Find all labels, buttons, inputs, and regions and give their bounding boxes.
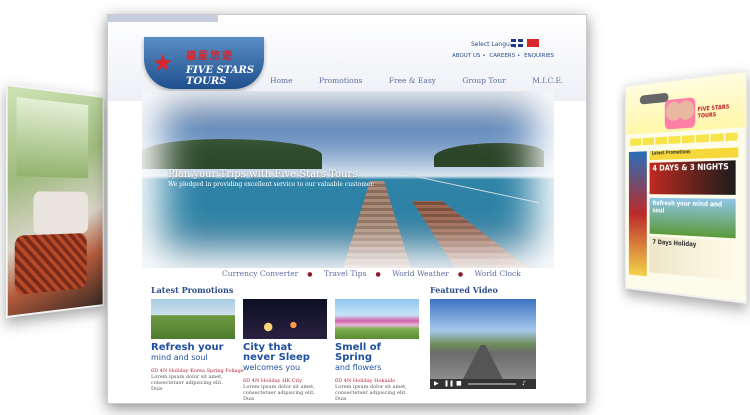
promo-card-hk[interactable]: City that never Sleep welcomes you 6D 4N… [243, 299, 327, 402]
preview-header: FIVE STARS TOURS [626, 72, 746, 135]
top-links: ABOUT US • CAREERS • ENQUIRIES [452, 53, 555, 59]
featured-video-title: Featured Video [430, 285, 498, 295]
world-clock-link[interactable]: World Clock [474, 269, 520, 278]
promo-image-hokkaido[interactable] [335, 299, 419, 339]
nav-mice[interactable]: M.I.C.E. [532, 76, 563, 85]
about-us-link[interactable]: ABOUT US [452, 53, 480, 59]
nav-free-easy[interactable]: Free & Easy [389, 76, 436, 85]
nav-home[interactable]: Home [270, 76, 293, 85]
video-controls: ▶ ❚❚ ■ ♪ [430, 379, 536, 389]
currency-converter-link[interactable]: Currency Converter [222, 269, 298, 278]
preview-promotions-label: Latest Promotions [649, 147, 739, 161]
careers-link[interactable]: CAREERS [489, 53, 515, 59]
promo-headline-2: mind and soul [151, 353, 208, 362]
promo-headline-2: welcomes you [243, 363, 301, 372]
hero-title: Plan your Trips with Five Stars Tours [168, 169, 358, 180]
china-flag-icon[interactable] [527, 39, 539, 47]
promo-headline: City that never Sleep [243, 342, 310, 363]
window-tab [108, 15, 218, 22]
logo-english-text: FIVE STARS TOURS [186, 65, 255, 87]
stop-icon[interactable]: ■ [456, 380, 462, 388]
nav-group-tour[interactable]: Group Tour [462, 76, 505, 85]
right-website-preview: FIVE STARS TOURS Latest Promotions 4 DAY… [624, 70, 747, 304]
promo-headline: Refresh your [151, 342, 224, 353]
enquiries-link[interactable]: ENQUIRIES [524, 53, 554, 59]
preview-banner-holiday: 7 Days Holiday [649, 236, 736, 281]
preview-sidebar [628, 151, 647, 277]
promo-image-hk[interactable] [243, 299, 327, 339]
seat-headrest [33, 191, 89, 235]
travel-tips-link[interactable]: Travel Tips [324, 269, 367, 278]
promo-headline-2: and flowers [335, 363, 382, 372]
promo-text-2: consectetuer adipiscing elit. Duis [243, 390, 315, 402]
preview-logo: FIVE STARS TOURS [697, 103, 730, 120]
latest-promotions-title: Latest Promotions [151, 285, 234, 295]
promo-card-korea[interactable]: Refresh your mind and soul 6D 4N Holiday… [151, 299, 244, 392]
window-photo [16, 97, 89, 179]
preview-nav [630, 132, 738, 146]
star-icon: ★ [152, 49, 174, 77]
nav-promotions[interactable]: Promotions [319, 76, 362, 85]
promo-card-hokkaido[interactable]: Smell of Spring and flowers 6D 4N Holida… [335, 299, 419, 402]
main-nav: Home Promotions Free & Easy Group Tour M… [270, 76, 586, 90]
promo-text-2: consectetuer adipiscing elit. Duis [151, 380, 223, 392]
left-photo-card [6, 84, 105, 318]
preview-banner-refresh: Refresh your mind and soul [649, 197, 736, 239]
promo-image-korea[interactable] [151, 299, 235, 339]
hero-subtitle: We pledged in providing excellent servic… [168, 181, 375, 188]
uk-flag-icon[interactable] [511, 39, 523, 47]
world-weather-link[interactable]: World Weather [392, 269, 449, 278]
play-icon[interactable]: ▶ [434, 380, 439, 388]
promo-text-2: consectetuer adipiscing elit. Duis [335, 390, 407, 402]
main-website-window: ★ 福星旅遊 FIVE STARS TOURS Select Language … [107, 14, 587, 404]
preview-photo [664, 97, 696, 130]
preview-banner-days: 4 DAYS & 3 NIGHTS [649, 160, 736, 195]
volume-icon[interactable]: ♪ [522, 380, 526, 388]
utility-nav: Currency Converter ● Travel Tips ● World W… [222, 269, 521, 278]
promo-headline: Smell of Spring [335, 342, 381, 363]
logo-chinese-text: 福星旅遊 [186, 51, 234, 62]
pause-icon[interactable]: ❚❚ [444, 380, 454, 388]
featured-video-player[interactable]: ▶ ❚❚ ■ ♪ [430, 299, 536, 389]
video-progress-track[interactable] [468, 383, 516, 385]
seat-cushion [14, 232, 87, 296]
site-logo[interactable]: ★ 福星旅遊 FIVE STARS TOURS [144, 37, 264, 89]
